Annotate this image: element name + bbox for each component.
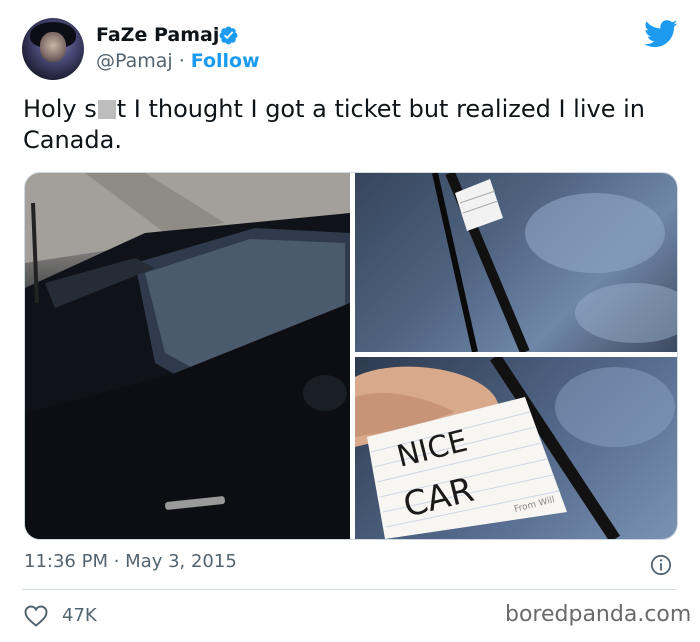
- follow-button[interactable]: Follow: [191, 50, 260, 72]
- author-handle-row: @Pamaj · Follow: [96, 50, 260, 72]
- info-icon[interactable]: [650, 554, 672, 576]
- media-grid: NICE CAR From Will: [24, 172, 678, 540]
- author-handle[interactable]: @Pamaj: [96, 50, 173, 72]
- photo-car[interactable]: [25, 173, 350, 539]
- tweet-timestamp[interactable]: 11:36 PM · May 3, 2015: [24, 551, 237, 572]
- tweet-card: FaZe Pamaj @Pamaj · Follow Holy st I thoug…: [0, 0, 700, 642]
- separator: ·: [178, 50, 185, 72]
- tweet-text-part1: Holy s: [23, 95, 97, 123]
- tweet-text: Holy st I thought I got a ticket but rea…: [23, 94, 683, 156]
- divider: [22, 589, 676, 590]
- photo-nice-car-note[interactable]: NICE CAR From Will: [355, 357, 677, 539]
- verified-badge-icon: [219, 26, 238, 45]
- heart-icon[interactable]: [24, 605, 48, 627]
- tweet-text-part2: t I thought I got a ticket but realized …: [23, 95, 645, 154]
- author-name[interactable]: FaZe Pamaj: [96, 24, 219, 46]
- watermark: boredpanda.com: [505, 602, 692, 627]
- censor-block: [97, 100, 116, 119]
- photo-windshield-note[interactable]: [355, 173, 677, 352]
- twitter-bird-icon[interactable]: [644, 20, 678, 48]
- like-count: 47K: [62, 605, 97, 626]
- avatar[interactable]: [22, 18, 84, 80]
